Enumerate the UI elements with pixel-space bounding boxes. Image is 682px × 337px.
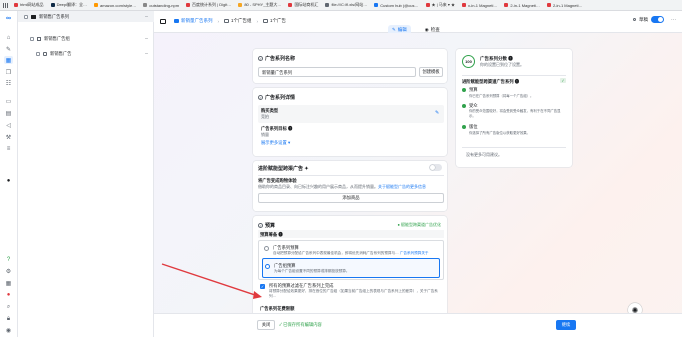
tree-row-ad[interactable]: 新销售广告 ··· [18, 48, 154, 59]
more-options-icon[interactable]: ··· [145, 36, 149, 42]
bookmark-item[interactable]: 2-in-1 Magneti… [504, 3, 540, 8]
checkbox[interactable] [30, 36, 34, 41]
bookmark-item[interactable]: x-in-1 Magneti… [462, 3, 497, 8]
tools-icon[interactable]: ⚒ [4, 133, 13, 141]
crumb-adset[interactable]: 1个广告组 [222, 17, 254, 25]
audience-icon[interactable]: ☷ [4, 79, 13, 87]
ad-square-icon [263, 19, 269, 23]
tree-row-campaign[interactable]: 新销售广告系列 ··· [18, 11, 154, 22]
bookmark-item[interactable]: 2-in-1 Magneti… [546, 3, 583, 8]
crumb-campaign[interactable]: 新销量广告系列 [172, 17, 215, 25]
crumb-ad[interactable]: 1个广告 [261, 17, 288, 25]
help-icon[interactable]: ? [4, 256, 13, 264]
breadcrumb: 新销量广告系列 › 1个广告组 › 1个广告 [160, 17, 288, 25]
status-area: 草稿 [633, 16, 664, 23]
settings-icon[interactable]: ⚙ [4, 267, 13, 275]
bookmark-item[interactable]: ★ | 马来 ▾ ★ [425, 2, 455, 8]
more-options-icon[interactable]: ··· [145, 14, 149, 20]
ad-square-icon [43, 51, 47, 56]
close-button[interactable]: 关闭 [257, 320, 275, 330]
bookmark-item[interactable]: Deepl翻译：全… [50, 2, 87, 8]
adset-grid-icon [37, 36, 41, 41]
megaphone-icon[interactable]: ◁ [4, 121, 13, 129]
user-icon[interactable]: ◉ [4, 326, 13, 334]
tree-row-adset[interactable]: 新销售广告组 ··· [18, 33, 154, 44]
bookmark-item[interactable]: 百度统计系列 | Digit… [186, 2, 231, 8]
calendar-icon[interactable]: ▤ [4, 109, 13, 117]
annotation-arrow [161, 263, 262, 299]
bookmark-bar: html网站成品 Deepl翻译：全… amazon.com/style… ou… [0, 0, 682, 11]
editor-footer: 关闭 ✓ 已保存所有编辑内容 继续 [154, 313, 682, 337]
campaigns-grid-icon[interactable]: ▦ [4, 56, 13, 64]
chevron-right-icon: › [217, 18, 220, 24]
search-icon[interactable]: ⌕ [4, 303, 13, 311]
bookmark-item[interactable]: outstanding-npm [143, 3, 179, 8]
pages-icon[interactable]: ❐ [4, 68, 13, 76]
status-label: 草稿 [639, 16, 648, 22]
bookmark-item[interactable]: html网站成品 [14, 2, 44, 8]
collapse-panel-icon[interactable] [160, 18, 166, 24]
billing-icon[interactable]: ▭ [4, 97, 13, 105]
adset-grid-icon [224, 19, 229, 23]
meta-logo-icon[interactable]: ∞ [4, 14, 13, 22]
notifications-icon[interactable]: ● [4, 291, 13, 299]
draft-status-icon [633, 18, 636, 21]
saved-status: ✓ 已保存所有编辑内容 [279, 322, 322, 327]
folder-icon [31, 14, 36, 19]
grid-icon[interactable]: ▦ [4, 279, 13, 287]
left-nav-rail: ∞ ⌂ ✎ ▦ ❐ ☷ ▭ ▤ ◁ ⚒ ≡ ● ? ⚙ ▦ ● ⌕ 🔒︎ ◉ [0, 11, 18, 337]
folder-icon [174, 19, 179, 23]
edit-icon[interactable]: ✎ [4, 45, 13, 53]
chevron-right-icon: › [256, 18, 259, 24]
bookmark-item[interactable]: 国际站商机汇 [288, 2, 318, 8]
apps-grid-icon[interactable] [3, 3, 8, 8]
alert-icon[interactable]: ● [4, 177, 13, 185]
menu-icon[interactable]: ≡ [4, 145, 13, 153]
continue-button[interactable]: 继续 [556, 320, 576, 330]
bookmark-item[interactable]: 80 - SPHY_主题大… [238, 2, 281, 8]
bookmark-item[interactable]: file:///C:/fl.xls/网站… [325, 2, 367, 8]
editor-canvas: ✓ 广告系列名称 新销量广告系列 创建模板 ✓ 广告系列详情 购买类型 竞拍 ✎ 广… [154, 33, 682, 337]
lock-icon[interactable]: 🔒︎ [4, 315, 13, 323]
bookmark-item[interactable]: amazon.com/style… [94, 3, 136, 8]
campaign-tree-panel: 新销售广告系列 ··· 新销售广告组 ··· 新销售广告 ··· [18, 11, 154, 337]
bookmark-item[interactable]: Custom hub (@cus… [374, 3, 419, 8]
campaign-toggle[interactable] [651, 16, 664, 23]
checkbox[interactable] [36, 51, 40, 56]
more-options-icon[interactable]: ··· [671, 17, 676, 23]
more-options-icon[interactable]: ··· [145, 51, 149, 57]
home-icon[interactable]: ⌂ [4, 34, 13, 42]
checkbox[interactable] [24, 14, 28, 19]
